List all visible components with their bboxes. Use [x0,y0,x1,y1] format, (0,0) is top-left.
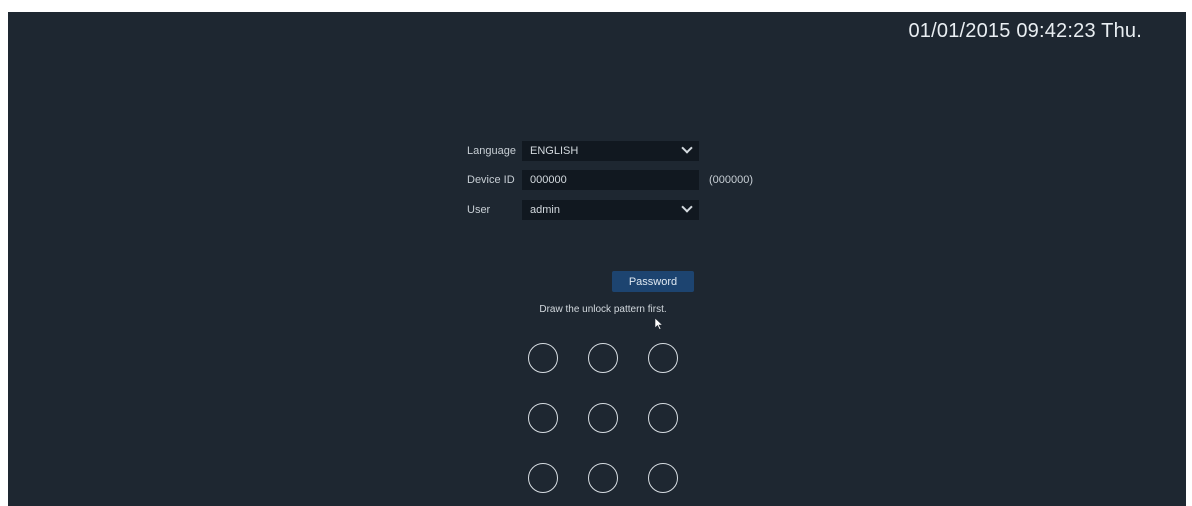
user-value: admin [530,204,560,216]
language-select[interactable]: ENGLISH [522,141,699,161]
chevron-down-icon [681,201,693,213]
device-id-row: Device ID 000000 (000000) [467,170,753,190]
password-button[interactable]: Password [612,271,694,292]
chevron-down-icon [681,142,693,154]
login-screen: 01/01/2015 09:42:23 Thu. Language ENGLIS… [8,12,1186,506]
pattern-node[interactable] [648,463,678,493]
user-label: User [467,204,491,216]
pattern-instruction: Draw the unlock pattern first. [539,304,667,315]
pattern-node[interactable] [648,403,678,433]
language-label: Language [467,145,516,157]
mouse-pointer-icon [654,317,664,330]
device-id-hint: (000000) [709,174,754,186]
language-row: Language ENGLISH [467,141,699,161]
pattern-node[interactable] [588,403,618,433]
pattern-node[interactable] [588,343,618,373]
device-id-value: 000000 [530,174,567,186]
pattern-node[interactable] [528,343,558,373]
pattern-node[interactable] [528,463,558,493]
pattern-node[interactable] [528,403,558,433]
pattern-node[interactable] [588,463,618,493]
pattern-node[interactable] [648,343,678,373]
datetime-display: 01/01/2015 09:42:23 Thu. [908,20,1142,42]
device-id-input[interactable]: 000000 [522,170,699,190]
device-id-label: Device ID [467,174,515,186]
user-select[interactable]: admin [522,200,699,220]
language-value: ENGLISH [530,145,579,157]
user-row: User admin [467,200,699,220]
